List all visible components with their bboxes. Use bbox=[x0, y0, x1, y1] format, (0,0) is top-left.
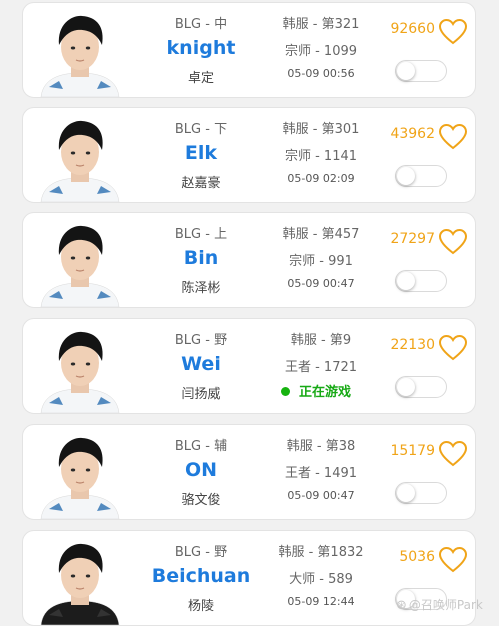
last-seen-time: 05-09 12:44 bbox=[287, 595, 355, 608]
real-name: 陈泽彬 bbox=[181, 281, 221, 296]
tier-points: 宗师 - 991 bbox=[289, 254, 353, 269]
team-role: BLG - 野 bbox=[174, 333, 228, 348]
tier-points: 王者 - 1721 bbox=[284, 360, 358, 375]
last-seen-time: 05-09 00:47 bbox=[287, 277, 355, 290]
player-ign[interactable]: Bin bbox=[141, 247, 261, 269]
like-count: 92660 bbox=[390, 21, 435, 37]
in-game-status: 正在游戏 bbox=[281, 381, 351, 400]
player-avatar bbox=[37, 431, 123, 519]
server-rank: 韩服 - 第457 bbox=[282, 227, 360, 242]
player-card[interactable]: BLG - 野 Wei 闫扬威 韩服 - 第9 王者 - 1721 正在游戏 22130 bbox=[22, 318, 476, 414]
last-seen-time: 05-09 02:09 bbox=[287, 172, 355, 185]
tier-points: 宗师 - 1141 bbox=[284, 149, 358, 164]
player-ign[interactable]: knight bbox=[141, 37, 261, 59]
real-name: 卓定 bbox=[187, 71, 214, 86]
heart-icon[interactable] bbox=[438, 18, 468, 46]
tier-points: 王者 - 1491 bbox=[284, 466, 358, 481]
weibo-logo-icon: ⊛ bbox=[396, 598, 407, 613]
team-role: BLG - 中 bbox=[174, 17, 228, 32]
server-rank: 韩服 - 第9 bbox=[290, 333, 352, 348]
team-role: BLG - 野 bbox=[174, 545, 228, 560]
watermark: ⊛ @召唤师Park bbox=[396, 598, 483, 613]
player-card[interactable]: BLG - 中 knight 卓定 韩服 - 第321 宗师 - 1099 05-09 0… bbox=[22, 2, 476, 98]
real-name: 杨陵 bbox=[187, 599, 214, 614]
last-seen-time: 05-09 00:47 bbox=[287, 489, 355, 502]
heart-icon[interactable] bbox=[438, 228, 468, 256]
follow-toggle[interactable] bbox=[395, 270, 447, 292]
server-rank: 韩服 - 第321 bbox=[282, 17, 360, 32]
online-dot-icon bbox=[281, 387, 290, 396]
heart-icon[interactable] bbox=[438, 546, 468, 574]
real-name: 骆文俊 bbox=[181, 493, 221, 508]
player-card[interactable]: BLG - 下 Elk 赵嘉豪 韩服 - 第301 宗师 - 1141 05-09 02:… bbox=[22, 107, 476, 203]
server-rank: 韩服 - 第301 bbox=[282, 122, 360, 137]
team-role: BLG - 辅 bbox=[174, 439, 228, 454]
like-count: 5036 bbox=[399, 549, 435, 565]
like-count: 15179 bbox=[390, 443, 435, 459]
server-rank: 韩服 - 第1832 bbox=[278, 545, 364, 560]
like-count: 27297 bbox=[390, 231, 435, 247]
player-ign[interactable]: ON bbox=[141, 459, 261, 481]
toggle-knob bbox=[397, 62, 415, 80]
real-name: 闫扬威 bbox=[181, 387, 221, 402]
player-ign[interactable]: Beichuan bbox=[141, 565, 261, 587]
heart-icon[interactable] bbox=[438, 334, 468, 362]
player-avatar bbox=[37, 219, 123, 307]
toggle-knob bbox=[397, 378, 415, 396]
heart-icon[interactable] bbox=[438, 440, 468, 468]
like-count: 22130 bbox=[390, 337, 435, 353]
heart-icon[interactable] bbox=[438, 123, 468, 151]
player-ign[interactable]: Wei bbox=[141, 353, 261, 375]
follow-toggle[interactable] bbox=[395, 482, 447, 504]
player-avatar bbox=[37, 325, 123, 413]
follow-toggle[interactable] bbox=[395, 60, 447, 82]
server-rank: 韩服 - 第38 bbox=[286, 439, 356, 454]
player-card[interactable]: BLG - 辅 ON 骆文俊 韩服 - 第38 王者 - 1491 05-09 00:47… bbox=[22, 424, 476, 520]
last-seen-time: 05-09 00:56 bbox=[287, 67, 355, 80]
team-role: BLG - 下 bbox=[174, 122, 228, 137]
toggle-knob bbox=[397, 272, 415, 290]
toggle-knob bbox=[397, 167, 415, 185]
real-name: 赵嘉豪 bbox=[181, 176, 221, 191]
like-count: 43962 bbox=[390, 126, 435, 142]
player-avatar bbox=[37, 9, 123, 97]
follow-toggle[interactable] bbox=[395, 376, 447, 398]
toggle-knob bbox=[397, 484, 415, 502]
tier-points: 大师 - 589 bbox=[289, 572, 353, 587]
player-card[interactable]: BLG - 上 Bin 陈泽彬 韩服 - 第457 宗师 - 991 05-09 00:4… bbox=[22, 212, 476, 308]
team-role: BLG - 上 bbox=[174, 227, 228, 242]
tier-points: 宗师 - 1099 bbox=[284, 44, 358, 59]
player-avatar bbox=[37, 114, 123, 202]
follow-toggle[interactable] bbox=[395, 165, 447, 187]
player-ign[interactable]: Elk bbox=[141, 142, 261, 164]
player-avatar bbox=[37, 537, 123, 625]
